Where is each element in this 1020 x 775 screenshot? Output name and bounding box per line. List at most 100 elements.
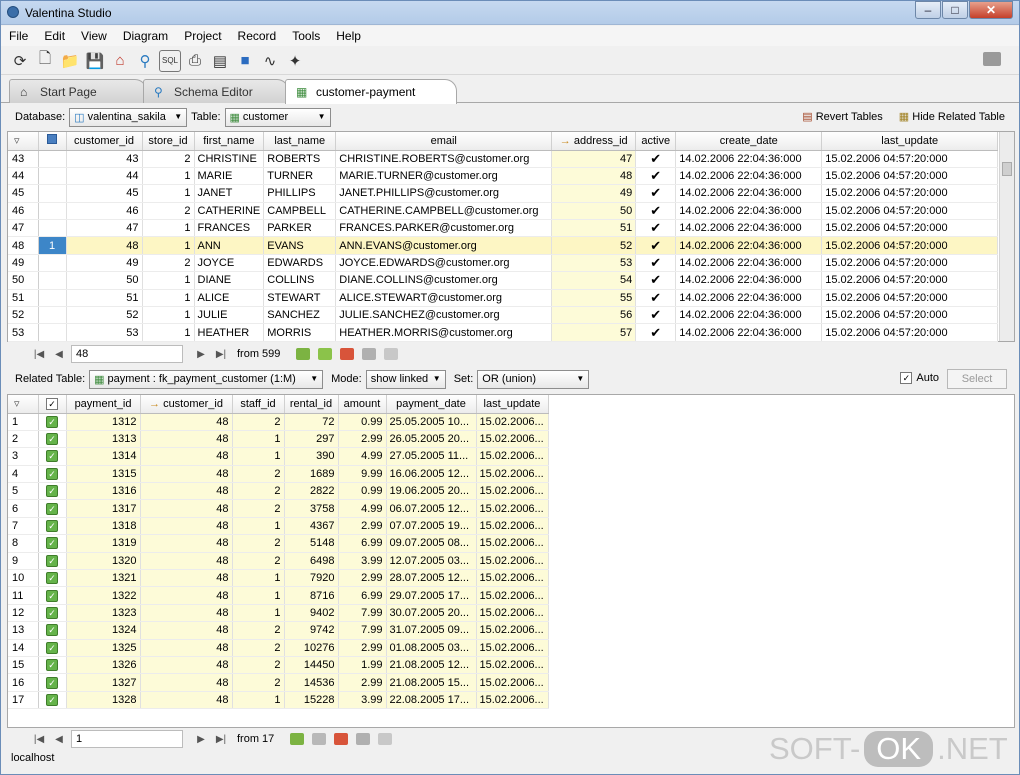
cell-store-id[interactable]: 1 (142, 323, 195, 342)
cell-amount[interactable]: 2.99 (338, 569, 387, 588)
cell-amount[interactable]: 0.99 (338, 482, 387, 501)
cell-amount[interactable]: 1.99 (338, 656, 387, 675)
checkbox-checked-icon[interactable]: ✓ (46, 520, 58, 533)
cell-create-date[interactable]: 14.02.2006 22:04:36:000 (675, 202, 823, 221)
row-checkbox[interactable]: ✓ (38, 639, 67, 657)
table-row[interactable]: 50 50 1 DIANE COLLINS DIANE.COLLINS@customer.… (8, 271, 999, 290)
checkbox-checked-icon[interactable]: ✓ (46, 554, 58, 567)
cell-create-date[interactable]: 14.02.2006 22:04:36:000 (675, 150, 823, 168)
cell-staff-id[interactable]: 2 (232, 621, 285, 640)
auto-checkbox-group[interactable]: ✓ Auto (900, 372, 939, 384)
checkbox-checked-icon[interactable]: ✓ (46, 537, 58, 550)
cell-last-update[interactable]: 15.02.2006... (476, 656, 549, 675)
record-number-input[interactable]: 1 (71, 730, 183, 748)
cell-amount[interactable]: 2.99 (338, 639, 387, 657)
cell-customer-id[interactable]: 48 (140, 639, 233, 657)
cell-last-update[interactable]: 15.02.2006... (476, 447, 549, 466)
last-record-icon[interactable]: ▶| (213, 734, 229, 745)
table-row[interactable]: 4 ✓ 1315 48 2 1689 9.99 16.06.2005 12... 15.02.2… (8, 465, 549, 484)
row-checkbox[interactable]: ✓ (38, 482, 67, 501)
cell-create-date[interactable]: 14.02.2006 22:04:36:000 (675, 289, 823, 308)
checkbox-checked-icon[interactable]: ✓ (46, 676, 58, 689)
cell-last-update[interactable]: 15.02.2006 04:57:20:000 (821, 236, 999, 255)
cell-staff-id[interactable]: 1 (232, 447, 285, 466)
cell-amount[interactable]: 7.99 (338, 621, 387, 640)
cell-rental-id[interactable]: 72 (284, 413, 339, 431)
cell-last-name[interactable]: EVANS (263, 236, 337, 255)
row-checkbox[interactable]: ✓ (38, 499, 67, 518)
home-icon[interactable]: ⌂ (109, 50, 131, 72)
cell-last-update[interactable]: 15.02.2006... (476, 413, 549, 431)
cell-first-name[interactable]: HEATHER (194, 323, 265, 342)
table-row[interactable]: 14 ✓ 1325 48 2 10276 2.99 01.08.2005 03... 15.02… (8, 639, 549, 657)
cell-last-update[interactable]: 15.02.2006 04:57:20:000 (821, 306, 999, 325)
cell-rental-id[interactable]: 6498 (284, 552, 339, 571)
cell-staff-id[interactable]: 2 (232, 534, 285, 553)
table-row[interactable]: 47 47 1 FRANCES PARKER FRANCES.PARKER@custome… (8, 219, 999, 238)
table-row[interactable]: 13 ✓ 1324 48 2 9742 7.99 31.07.2005 09... 15.02.… (8, 621, 549, 640)
cell-create-date[interactable]: 14.02.2006 22:04:36:000 (675, 254, 823, 273)
row-marker[interactable] (38, 150, 67, 168)
table-row[interactable]: 45 45 1 JANET PHILLIPS JANET.PHILLIPS@custome… (8, 184, 999, 203)
cell-first-name[interactable]: JANET (194, 184, 265, 203)
menu-view[interactable]: View (73, 29, 115, 43)
cell-last-update[interactable]: 15.02.2006 04:57:20:000 (821, 219, 999, 238)
table-row[interactable]: 46 46 2 CATHERINE CAMPBELL CATHERINE.CAMPBELL… (8, 202, 999, 221)
cell-customer-id[interactable]: 48 (140, 482, 233, 501)
table-row[interactable]: 51 51 1 ALICE STEWART ALICE.STEWART@customer.… (8, 289, 999, 308)
cell-first-name[interactable]: JULIE (194, 306, 265, 325)
cell-create-date[interactable]: 14.02.2006 22:04:36:000 (675, 323, 823, 342)
cell-customer-id[interactable]: 47 (66, 219, 143, 238)
filter-icon[interactable]: ▿ (8, 395, 39, 414)
cell-email[interactable]: ANN.EVANS@customer.org (335, 236, 553, 255)
cell-store-id[interactable]: 1 (142, 271, 195, 290)
checkbox-checked-icon[interactable]: ✓ (46, 659, 58, 672)
cell-last-name[interactable]: COLLINS (263, 271, 337, 290)
cell-first-name[interactable]: CATHERINE (194, 202, 265, 221)
cell-email[interactable]: HEATHER.MORRIS@customer.org (335, 323, 553, 342)
cell-customer-id[interactable]: 48 (140, 586, 233, 605)
cell-active[interactable]: ✔ (635, 323, 677, 342)
cell-payment-date[interactable]: 21.08.2005 15... (386, 673, 477, 692)
cell-last-update[interactable]: 15.02.2006... (476, 691, 549, 710)
tab-customer-payment[interactable]: ▦ customer-payment (285, 79, 457, 104)
col-store-id[interactable]: store_id (142, 132, 195, 151)
checkbox-checked-icon[interactable]: ✓ (46, 485, 58, 498)
cell-last-update[interactable]: 15.02.2006... (476, 552, 549, 571)
cell-staff-id[interactable]: 1 (232, 691, 285, 710)
cell-email[interactable]: MARIE.TURNER@customer.org (335, 167, 553, 186)
hide-related-table-button[interactable]: ▦ Hide Related Table (899, 110, 1005, 123)
table-row[interactable]: 9 ✓ 1320 48 2 6498 3.99 12.07.2005 03... 15.02.2… (8, 552, 549, 571)
cell-rental-id[interactable]: 5148 (284, 534, 339, 553)
row-checkbox[interactable]: ✓ (38, 673, 67, 692)
cell-create-date[interactable]: 14.02.2006 22:04:36:000 (675, 184, 823, 203)
cell-rental-id[interactable]: 3758 (284, 499, 339, 518)
col-payment-id[interactable]: payment_id (66, 395, 141, 414)
table-row[interactable]: 49 49 2 JOYCE EDWARDS JOYCE.EDWARDS@customer.… (8, 254, 999, 273)
cell-address-id[interactable]: 54 (551, 271, 637, 290)
menu-tools[interactable]: Tools (284, 29, 328, 43)
cell-payment-id[interactable]: 1323 (66, 604, 141, 623)
cell-last-update[interactable]: 15.02.2006 04:57:20:000 (821, 289, 999, 308)
table-row[interactable]: 12 ✓ 1323 48 1 9402 7.99 30.07.2005 20... 15.02.… (8, 604, 549, 623)
checkbox-checked-icon[interactable]: ✓ (46, 624, 58, 637)
table-row[interactable]: 2 ✓ 1313 48 1 297 2.99 26.05.2005 20... 15.02.20… (8, 430, 549, 449)
cell-store-id[interactable]: 2 (142, 150, 195, 168)
checkbox-checked-icon[interactable]: ✓ (46, 415, 58, 428)
cell-amount[interactable]: 7.99 (338, 604, 387, 623)
cell-last-update[interactable]: 15.02.2006... (476, 465, 549, 484)
row-checkbox[interactable]: ✓ (38, 604, 67, 623)
col-email[interactable]: email (335, 132, 553, 151)
cell-amount[interactable]: 3.99 (338, 552, 387, 571)
table-row[interactable]: 52 52 1 JULIE SANCHEZ JULIE.SANCHEZ@customer.… (8, 306, 999, 325)
new-file-icon[interactable]: 🗋 (34, 50, 56, 72)
cell-customer-id[interactable]: 48 (140, 499, 233, 518)
cell-first-name[interactable]: JOYCE (194, 254, 265, 273)
row-marker[interactable] (38, 167, 67, 186)
cell-rental-id[interactable]: 9402 (284, 604, 339, 623)
prev-record-icon[interactable]: ◀ (51, 734, 67, 745)
cell-customer-id[interactable]: 48 (140, 430, 233, 449)
cell-amount[interactable]: 4.99 (338, 499, 387, 518)
cell-last-name[interactable]: STEWART (263, 289, 337, 308)
cell-staff-id[interactable]: 1 (232, 569, 285, 588)
